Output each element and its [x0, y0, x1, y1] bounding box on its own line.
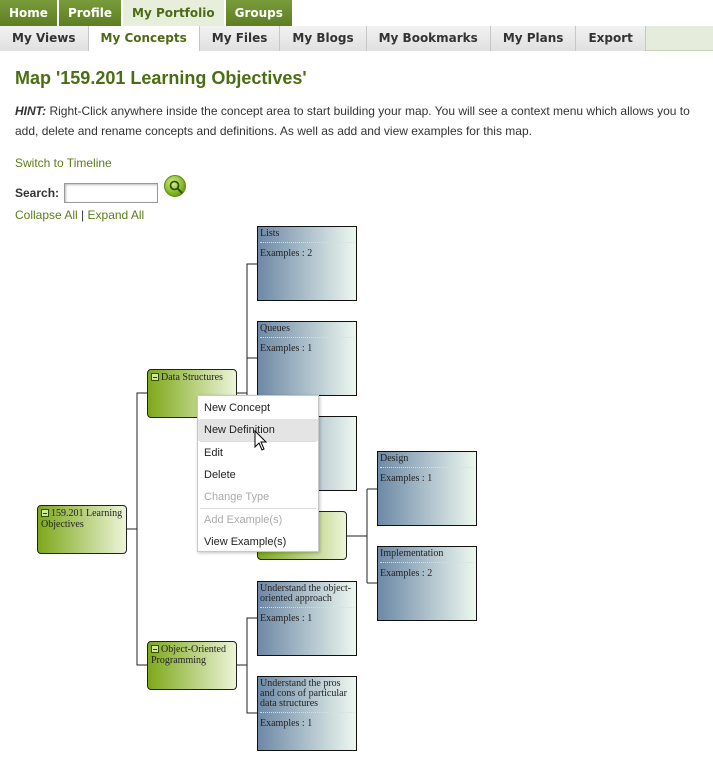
collapse-icon[interactable]	[151, 373, 159, 381]
definition-title: Queues	[260, 323, 290, 334]
menu-change-type: Change Type	[204, 491, 270, 503]
divider	[380, 562, 474, 563]
definition-title: Understand the object-oriented approach	[260, 583, 352, 604]
menu-add-examples: Add Example(s)	[204, 514, 283, 526]
collapse-icon[interactable]	[41, 509, 49, 517]
definition-lists[interactable]: Lists Examples : 2	[257, 226, 357, 301]
concept-label: Data Structures	[161, 372, 223, 383]
definition-examples: Examples : 2	[260, 248, 313, 259]
definition-design[interactable]: Design Examples : 1	[377, 451, 477, 526]
definition-implementation[interactable]: Implementation Examples : 2	[377, 546, 477, 621]
definition-examples: Examples : 1	[380, 473, 433, 484]
concept-label: Object-Oriented Programming	[151, 644, 226, 666]
divider	[260, 337, 354, 338]
divider	[260, 607, 354, 608]
definition-title: Implementation	[380, 548, 444, 559]
mouse-pointer-icon	[254, 430, 268, 451]
definition-understand-oo[interactable]: Understand the object-oriented approach …	[257, 581, 357, 656]
collapse-icon[interactable]	[151, 645, 159, 653]
concept-oop[interactable]: Object-Oriented Programming	[147, 641, 237, 690]
concept-root[interactable]: 159.201 Learning Objectives	[37, 505, 127, 554]
definition-understand-pros[interactable]: Understand the pros and cons of particul…	[257, 676, 357, 751]
definition-examples: Examples : 1	[260, 613, 313, 624]
divider	[260, 712, 354, 713]
menu-delete[interactable]: Delete	[198, 464, 318, 486]
definition-title: Design	[380, 453, 409, 464]
definition-examples: Examples : 1	[260, 718, 313, 729]
definition-title: Lists	[260, 228, 280, 239]
definition-queues[interactable]: Queues Examples : 1	[257, 321, 357, 396]
menu-new-concept[interactable]: New Concept	[198, 397, 318, 419]
definition-examples: Examples : 2	[380, 568, 433, 579]
divider	[380, 467, 474, 468]
divider	[260, 242, 354, 243]
definition-title: Understand the pros and cons of particul…	[260, 678, 347, 709]
definition-examples: Examples : 1	[260, 343, 313, 354]
concept-label: 159.201 Learning Objectives	[41, 508, 123, 530]
menu-view-examples[interactable]: View Example(s)	[198, 531, 318, 553]
context-menu: New Concept New Definition Edit Delete C…	[197, 395, 319, 552]
